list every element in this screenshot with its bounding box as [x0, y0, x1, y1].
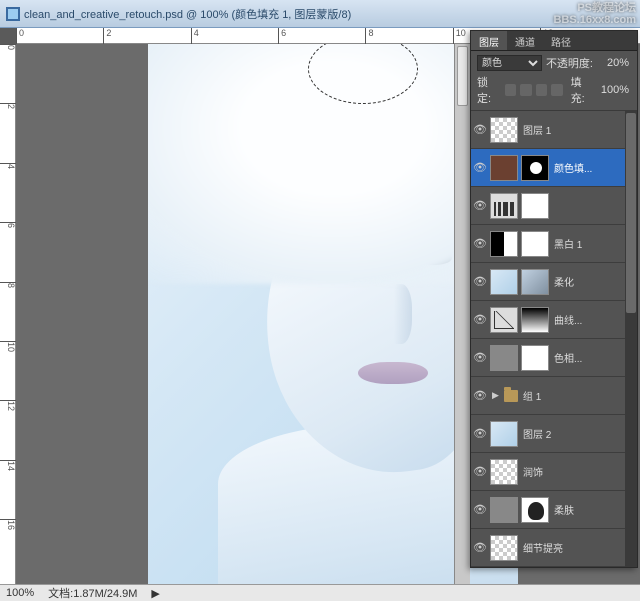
opacity-value[interactable]: 20% — [597, 57, 631, 69]
layer-row[interactable]: 👁 细节提亮 — [471, 529, 637, 567]
layer-row[interactable]: 👁 图层 2 — [471, 415, 637, 453]
visibility-icon[interactable]: 👁 — [473, 389, 487, 402]
layer-row[interactable]: 👁 图层 1 — [471, 111, 637, 149]
visibility-icon[interactable]: 👁 — [473, 275, 487, 288]
layer-name[interactable]: 曲线... — [554, 312, 582, 327]
status-arrow-icon[interactable]: ▶ — [151, 587, 159, 600]
layer-thumbnail[interactable] — [490, 535, 518, 561]
layer-thumbnail[interactable] — [521, 269, 549, 295]
visibility-icon[interactable]: 👁 — [473, 199, 487, 212]
layer-thumbnail[interactable] — [521, 307, 549, 333]
visibility-icon[interactable]: 👁 — [473, 313, 487, 326]
layer-thumbnail[interactable] — [490, 307, 518, 333]
layer-row[interactable]: 👁 柔肤 — [471, 491, 637, 529]
layer-row[interactable]: 👁 曲线... — [471, 301, 637, 339]
visibility-icon[interactable]: 👁 — [473, 503, 487, 516]
layer-thumbnail[interactable] — [521, 193, 549, 219]
folder-icon — [504, 390, 518, 402]
panel-tabs: 图层 通道 路径 — [471, 31, 637, 51]
layer-thumbnail[interactable] — [521, 345, 549, 371]
layer-thumbnail[interactable] — [490, 117, 518, 143]
layer-row[interactable]: 👁 润饰 — [471, 453, 637, 491]
ps-file-icon — [6, 7, 20, 21]
layers-list: 👁图层 1👁颜色填...👁👁黑白 1👁柔化👁曲线...👁色相...👁▶组 1👁图… — [471, 111, 637, 567]
canvas-scrollbar-v[interactable] — [454, 44, 470, 584]
lock-all-icon[interactable] — [551, 84, 562, 96]
layer-name[interactable]: 色相... — [554, 350, 582, 365]
tab-paths[interactable]: 路径 — [543, 31, 579, 50]
document-title-bar: clean_and_creative_retouch.psd @ 100% (颜… — [0, 0, 640, 28]
visibility-icon[interactable]: 👁 — [473, 541, 487, 554]
visibility-icon[interactable]: 👁 — [473, 123, 487, 136]
lock-position-icon[interactable] — [536, 84, 547, 96]
visibility-icon[interactable]: 👁 — [473, 351, 487, 364]
layer-thumbnail[interactable] — [490, 345, 518, 371]
lock-pixels-icon[interactable] — [520, 84, 531, 96]
blend-mode-select[interactable]: 颜色 — [477, 55, 542, 71]
watermark: PS教程论坛 BBS.16xx8.com — [553, 2, 636, 26]
visibility-icon[interactable]: 👁 — [473, 465, 487, 478]
layer-row[interactable]: 👁 色相... — [471, 339, 637, 377]
visibility-icon[interactable]: 👁 — [473, 427, 487, 440]
zoom-level[interactable]: 100% — [6, 587, 34, 599]
layer-thumbnail[interactable] — [490, 459, 518, 485]
layer-name[interactable]: 柔肤 — [554, 502, 574, 517]
folder-toggle-icon[interactable]: ▶ — [490, 390, 501, 401]
layer-name[interactable]: 黑白 1 — [554, 236, 582, 251]
layer-name[interactable]: 图层 1 — [523, 122, 551, 137]
layer-thumbnail[interactable] — [490, 193, 518, 219]
layer-name[interactable]: 颜色填... — [554, 160, 592, 175]
layer-thumbnail[interactable] — [521, 497, 549, 523]
layer-thumbnail[interactable] — [490, 497, 518, 523]
layers-scrollbar[interactable] — [625, 111, 637, 567]
fill-value[interactable]: 100% — [599, 84, 632, 96]
layer-row[interactable]: 👁 — [471, 187, 637, 225]
layer-row[interactable]: 👁▶ 组 1 — [471, 377, 637, 415]
layer-row[interactable]: 👁 颜色填... — [471, 149, 637, 187]
tab-layers[interactable]: 图层 — [471, 31, 507, 50]
layer-thumbnail[interactable] — [490, 231, 518, 257]
layer-thumbnail[interactable] — [521, 231, 549, 257]
layer-thumbnail[interactable] — [490, 421, 518, 447]
layer-thumbnail[interactable] — [490, 269, 518, 295]
lock-transparency-icon[interactable] — [505, 84, 516, 96]
layer-thumbnail[interactable] — [521, 155, 549, 181]
layer-name[interactable]: 组 1 — [523, 388, 541, 403]
doc-size: 1.87M/24.9M — [73, 588, 137, 600]
layer-name[interactable]: 柔化 — [554, 274, 574, 289]
layer-row[interactable]: 👁 黑白 1 — [471, 225, 637, 263]
layer-name[interactable]: 图层 2 — [523, 426, 551, 441]
layer-name[interactable]: 细节提亮 — [523, 540, 563, 555]
document-title: clean_and_creative_retouch.psd @ 100% (颜… — [24, 6, 351, 22]
layer-thumbnail[interactable] — [490, 155, 518, 181]
visibility-icon[interactable]: 👁 — [473, 161, 487, 174]
layer-row[interactable]: 👁 柔化 — [471, 263, 637, 301]
tab-channels[interactable]: 通道 — [507, 31, 543, 50]
ruler-vertical[interactable]: 0 2 4 6 8 10 12 14 16 — [0, 44, 16, 584]
visibility-icon[interactable]: 👁 — [473, 237, 487, 250]
layer-name[interactable]: 润饰 — [523, 464, 543, 479]
status-bar: 100% 文档:1.87M/24.9M ▶ — [0, 584, 640, 601]
layers-panel: 图层 通道 路径 颜色 不透明度: 20% 锁定: 填充: 100% 👁图层 1… — [470, 30, 638, 568]
